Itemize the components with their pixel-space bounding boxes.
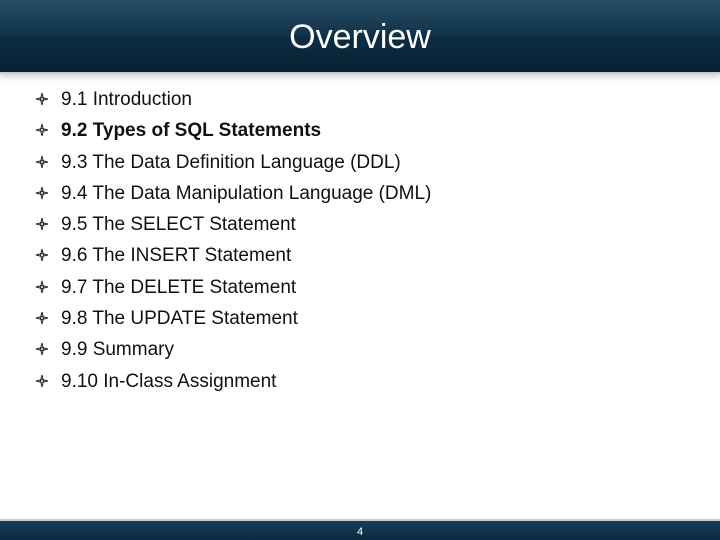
bullet-text: 9.8 The UPDATE Statement bbox=[61, 308, 298, 330]
footer-bar: 4 bbox=[0, 519, 720, 540]
diamond-bullet-icon bbox=[35, 92, 49, 106]
bullet-text: 9.10 In-Class Assignment bbox=[61, 370, 277, 392]
bullet-text: 9.9 Summary bbox=[61, 339, 174, 361]
diamond-bullet-icon bbox=[35, 155, 49, 168]
bullet-text: 9.5 The SELECT Statement bbox=[61, 214, 296, 236]
diamond-bullet-icon bbox=[35, 343, 49, 356]
diamond-bullet-icon bbox=[35, 249, 49, 262]
bullet-text: 9.2 Types of SQL Statements bbox=[61, 120, 322, 142]
bullet-text: 9.6 The INSERT Statement bbox=[61, 245, 292, 267]
bullet-text: 9.7 The DELETE Statement bbox=[61, 276, 297, 298]
diamond-bullet-icon bbox=[35, 186, 49, 200]
bullet-text: 9.3 The Data Definition Language (DDL) bbox=[61, 151, 401, 173]
diamond-bullet-icon bbox=[35, 280, 49, 293]
title-bar: Overview bbox=[0, 0, 720, 72]
bullet-text: 9.4 The Data Manipulation Language (DML) bbox=[61, 182, 432, 204]
diamond-bullet-icon bbox=[35, 311, 49, 325]
slide-title: Overview bbox=[289, 18, 431, 56]
page-number: 4 bbox=[356, 526, 364, 538]
diamond-bullet-icon bbox=[35, 374, 49, 387]
diamond-bullet-icon bbox=[35, 124, 49, 137]
diamond-bullet-icon bbox=[35, 218, 49, 231]
bullet-text: 9.1 Introduction bbox=[61, 89, 192, 110]
